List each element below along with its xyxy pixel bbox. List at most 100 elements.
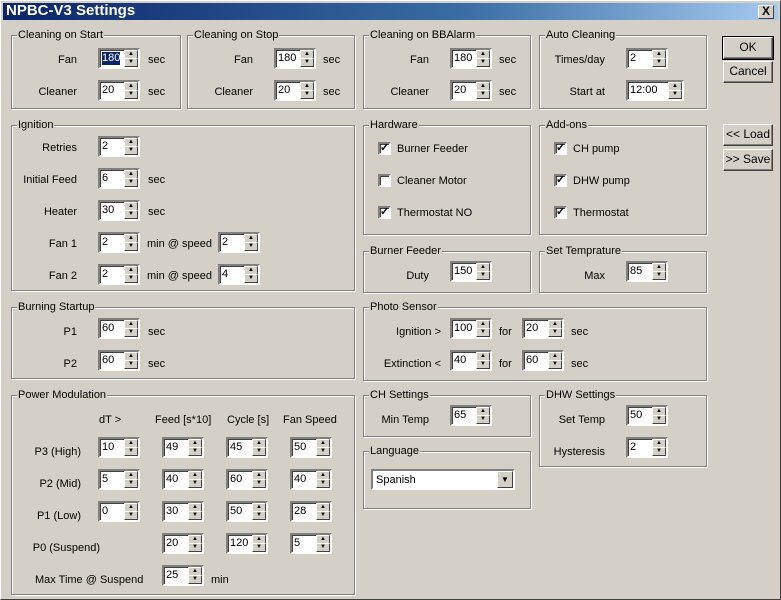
p1-feed-spinbox[interactable]: 30 ▲ ▼ bbox=[162, 501, 204, 522]
start-at-spinbox[interactable]: 12:00 ▲ ▼ bbox=[626, 80, 684, 101]
spin-arrows[interactable]: ▲ ▼ bbox=[252, 471, 266, 488]
down-arrow-icon[interactable]: ▼ bbox=[476, 90, 490, 99]
ignition-threshold-spinbox[interactable]: 100 ▲ ▼ bbox=[450, 318, 492, 339]
down-arrow-icon[interactable]: ▼ bbox=[124, 511, 138, 520]
down-arrow-icon[interactable]: ▼ bbox=[548, 328, 562, 337]
spin-arrows[interactable]: ▲ ▼ bbox=[124, 471, 138, 488]
down-arrow-icon[interactable]: ▼ bbox=[124, 447, 138, 456]
down-arrow-icon[interactable]: ▼ bbox=[252, 511, 266, 520]
down-arrow-icon[interactable]: ▼ bbox=[124, 328, 138, 337]
spin-arrows[interactable]: ▲ ▼ bbox=[316, 471, 330, 488]
burner-feeder-label[interactable]: Burner Feeder bbox=[397, 142, 468, 156]
language-select[interactable]: Spanish ▼ bbox=[371, 469, 515, 490]
start-cleaner-spinbox[interactable]: 20 ▲ ▼ bbox=[98, 80, 140, 101]
thermostat-no-label[interactable]: Thermostat NO bbox=[397, 206, 472, 220]
spin-arrows[interactable]: ▲ ▼ bbox=[252, 503, 266, 520]
p2-feed-spinbox[interactable]: 40 ▲ ▼ bbox=[162, 469, 204, 490]
p2-spinbox[interactable]: 60 ▲ ▼ bbox=[98, 350, 140, 371]
down-arrow-icon[interactable]: ▼ bbox=[188, 479, 202, 488]
retries-spinbox[interactable]: 2 ▲ ▼ bbox=[98, 136, 140, 157]
p2-cycle-spinbox[interactable]: 60 ▲ ▼ bbox=[226, 469, 268, 490]
p3-fan-spinbox[interactable]: 50 ▲ ▼ bbox=[290, 437, 332, 458]
down-arrow-icon[interactable]: ▼ bbox=[316, 511, 330, 520]
cleaner-motor-checkbox[interactable] bbox=[378, 174, 391, 187]
spin-arrows[interactable]: ▲ ▼ bbox=[124, 352, 138, 369]
down-arrow-icon[interactable]: ▼ bbox=[188, 447, 202, 456]
fan2-speed-spinbox[interactable]: 4 ▲ ▼ bbox=[218, 264, 260, 285]
down-arrow-icon[interactable]: ▼ bbox=[652, 271, 666, 280]
down-arrow-icon[interactable]: ▼ bbox=[476, 271, 490, 280]
extinction-duration-spinbox[interactable]: 60 ▲ ▼ bbox=[522, 350, 564, 371]
dhw-pump-checkbox[interactable]: ✓ bbox=[554, 174, 567, 187]
spin-arrows[interactable]: ▲ ▼ bbox=[124, 503, 138, 520]
start-fan-spinbox[interactable]: 180 ▲ ▼ bbox=[98, 48, 140, 69]
down-arrow-icon[interactable]: ▼ bbox=[316, 479, 330, 488]
spin-arrows[interactable]: ▲ ▼ bbox=[652, 439, 666, 456]
spin-arrows[interactable]: ▲ ▼ bbox=[124, 138, 138, 155]
ok-button[interactable]: OK bbox=[722, 36, 774, 60]
down-arrow-icon[interactable]: ▼ bbox=[124, 178, 138, 187]
spin-arrows[interactable]: ▲ ▼ bbox=[316, 439, 330, 456]
hysteresis-spinbox[interactable]: 2 ▲ ▼ bbox=[626, 437, 668, 458]
down-arrow-icon[interactable]: ▼ bbox=[252, 543, 266, 552]
spin-arrows[interactable]: ▲ ▼ bbox=[252, 439, 266, 456]
spin-arrows[interactable]: ▲ ▼ bbox=[124, 266, 138, 283]
ch-pump-checkbox[interactable]: ✓ bbox=[554, 142, 567, 155]
spin-arrows[interactable]: ▲ ▼ bbox=[188, 503, 202, 520]
initial-feed-spinbox[interactable]: 6 ▲ ▼ bbox=[98, 168, 140, 189]
down-arrow-icon[interactable]: ▼ bbox=[124, 90, 138, 99]
down-arrow-icon[interactable]: ▼ bbox=[124, 146, 138, 155]
down-arrow-icon[interactable]: ▼ bbox=[476, 360, 490, 369]
down-arrow-icon[interactable]: ▼ bbox=[124, 360, 138, 369]
down-arrow-icon[interactable]: ▼ bbox=[668, 90, 682, 99]
p1-fan-spinbox[interactable]: 28 ▲ ▼ bbox=[290, 501, 332, 522]
max-temp-spinbox[interactable]: 85 ▲ ▼ bbox=[626, 261, 668, 282]
spin-arrows[interactable]: ▲ ▼ bbox=[124, 439, 138, 456]
p3-feed-spinbox[interactable]: 49 ▲ ▼ bbox=[162, 437, 204, 458]
bbalarm-cleaner-spinbox[interactable]: 20 ▲ ▼ bbox=[450, 80, 492, 101]
spin-arrows[interactable]: ▲ ▼ bbox=[476, 82, 490, 99]
down-arrow-icon[interactable]: ▼ bbox=[124, 242, 138, 251]
spin-arrows[interactable]: ▲ ▼ bbox=[124, 234, 138, 251]
cancel-button[interactable]: Cancel bbox=[723, 61, 773, 83]
down-arrow-icon[interactable]: ▼ bbox=[188, 543, 202, 552]
down-arrow-icon[interactable]: ▼ bbox=[652, 58, 666, 67]
p3-cycle-spinbox[interactable]: 45 ▲ ▼ bbox=[226, 437, 268, 458]
down-arrow-icon[interactable]: ▼ bbox=[124, 210, 138, 219]
spin-arrows[interactable]: ▲ ▼ bbox=[316, 503, 330, 520]
down-arrow-icon[interactable]: ▼ bbox=[244, 242, 258, 251]
stop-cleaner-spinbox[interactable]: 20 ▲ ▼ bbox=[274, 80, 316, 101]
down-arrow-icon[interactable]: ▼ bbox=[244, 274, 258, 283]
p1-spinbox[interactable]: 60 ▲ ▼ bbox=[98, 318, 140, 339]
max-time-suspend-spinbox[interactable]: 25 ▲ ▼ bbox=[162, 565, 204, 586]
spin-arrows[interactable]: ▲ ▼ bbox=[652, 50, 666, 67]
save-button[interactable]: >> Save bbox=[723, 149, 773, 171]
p2-fan-spinbox[interactable]: 40 ▲ ▼ bbox=[290, 469, 332, 490]
p1-dt-spinbox[interactable]: 0 ▲ ▼ bbox=[98, 501, 140, 522]
down-arrow-icon[interactable]: ▼ bbox=[188, 575, 202, 584]
stop-fan-spinbox[interactable]: 180 ▲ ▼ bbox=[274, 48, 316, 69]
extinction-threshold-spinbox[interactable]: 40 ▲ ▼ bbox=[450, 350, 492, 371]
spin-arrows[interactable]: ▲ ▼ bbox=[476, 320, 490, 337]
down-arrow-icon[interactable]: ▼ bbox=[316, 543, 330, 552]
chevron-down-icon[interactable]: ▼ bbox=[497, 471, 513, 488]
down-arrow-icon[interactable]: ▼ bbox=[652, 447, 666, 456]
title-bar[interactable]: NPBC-V3 Settings X bbox=[3, 2, 778, 20]
spin-arrows[interactable]: ▲ ▼ bbox=[124, 50, 138, 67]
p0-cycle-spinbox[interactable]: 120 ▲ ▼ bbox=[226, 533, 268, 554]
burner-feeder-checkbox[interactable]: ✓ bbox=[378, 142, 391, 155]
cleaner-motor-label[interactable]: Cleaner Motor bbox=[397, 174, 467, 188]
p3-dt-spinbox[interactable]: 10 ▲ ▼ bbox=[98, 437, 140, 458]
spin-arrows[interactable]: ▲ ▼ bbox=[476, 50, 490, 67]
spin-arrows[interactable]: ▲ ▼ bbox=[668, 82, 682, 99]
down-arrow-icon[interactable]: ▼ bbox=[316, 447, 330, 456]
times-per-day-spinbox[interactable]: 2 ▲ ▼ bbox=[626, 48, 668, 69]
thermostat-label[interactable]: Thermostat bbox=[573, 206, 629, 220]
spin-arrows[interactable]: ▲ ▼ bbox=[124, 320, 138, 337]
down-arrow-icon[interactable]: ▼ bbox=[252, 479, 266, 488]
down-arrow-icon[interactable]: ▼ bbox=[652, 415, 666, 424]
spin-arrows[interactable]: ▲ ▼ bbox=[244, 234, 258, 251]
ignition-duration-spinbox[interactable]: 20 ▲ ▼ bbox=[522, 318, 564, 339]
spin-arrows[interactable]: ▲ ▼ bbox=[188, 567, 202, 584]
close-button[interactable]: X bbox=[758, 5, 774, 19]
